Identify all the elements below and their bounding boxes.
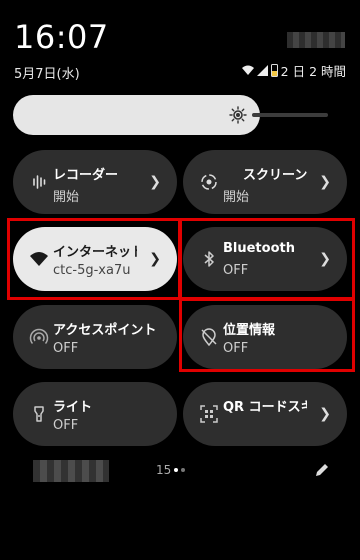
chevron-right-icon[interactable]: ❯: [319, 251, 331, 267]
tile-title: Bluetooth: [223, 241, 295, 256]
blurred-device-name: [33, 460, 109, 482]
wifi-status-icon: [241, 65, 254, 75]
tile-title: 位置情報: [223, 323, 276, 338]
qr-scan-icon: [200, 405, 218, 423]
tile-subtitle: OFF: [223, 341, 249, 356]
date: 5月7日(水): [14, 67, 80, 82]
hotspot-icon: [29, 328, 49, 344]
tile-title: ライト: [53, 400, 93, 415]
system-icons: 2 日 2 時間: [241, 61, 346, 80]
page-dot-active: [174, 468, 179, 472]
tile-subtitle: 開始: [223, 190, 250, 205]
tile-bluetooth[interactable]: Bluetooth OFF ❯: [183, 227, 347, 291]
tile-title: QR コードスキャナー: [223, 400, 307, 415]
record-icon: [201, 174, 217, 190]
page-dot: [181, 468, 186, 472]
chevron-right-icon[interactable]: ❯: [319, 174, 331, 190]
signal-icon: [256, 65, 268, 76]
brightness-slider[interactable]: [13, 95, 260, 135]
tile-title: スクリーン: [243, 168, 308, 183]
tile-subtitle: OFF: [53, 418, 79, 433]
chevron-right-icon[interactable]: ❯: [319, 406, 331, 422]
edit-pencil-icon[interactable]: [314, 462, 330, 478]
tile-hotspot[interactable]: アクセスポイント OFF: [13, 305, 177, 369]
flashlight-icon: [34, 406, 44, 422]
battery-remaining: 2 日 2 時間: [280, 64, 346, 79]
tile-subtitle: ctc-5g-xa7u: [53, 263, 131, 278]
tile-qr-scanner[interactable]: QR コードスキャナー ❯: [183, 382, 347, 446]
tile-recorder[interactable]: レコーダー 開始 ❯: [13, 150, 177, 214]
chevron-right-icon[interactable]: ❯: [149, 251, 161, 267]
location-off-icon: [201, 328, 217, 347]
tile-internet[interactable]: インターネット ctc-5g-xa7u ❯: [13, 227, 177, 291]
blurred-carrier-area: [287, 32, 345, 48]
waveform-icon: [33, 175, 46, 189]
tile-title: インターネット: [53, 245, 137, 260]
brightness-track[interactable]: [252, 113, 328, 117]
status-bar: 16:07 5月7日(水) 2 日 2 時間: [0, 0, 360, 90]
brightness-icon: [229, 106, 247, 124]
page-indicator: 15: [156, 463, 186, 477]
tile-location[interactable]: 位置情報 OFF: [183, 305, 347, 369]
tile-subtitle: 開始: [53, 190, 80, 205]
clock: 16:07: [14, 18, 109, 56]
battery-icon: [270, 64, 278, 77]
pager-label: 15: [156, 463, 172, 477]
tile-subtitle: OFF: [223, 263, 249, 278]
chevron-right-icon[interactable]: ❯: [149, 174, 161, 190]
tile-title: アクセスポイント: [53, 323, 157, 338]
tile-flashlight[interactable]: ライト OFF: [13, 382, 177, 446]
tile-screen-record[interactable]: スクリーン 開始 ❯: [183, 150, 347, 214]
bluetooth-icon: [204, 251, 214, 267]
tile-title: レコーダー: [53, 168, 119, 183]
tile-subtitle: OFF: [53, 341, 79, 356]
wifi-icon: [30, 252, 48, 266]
